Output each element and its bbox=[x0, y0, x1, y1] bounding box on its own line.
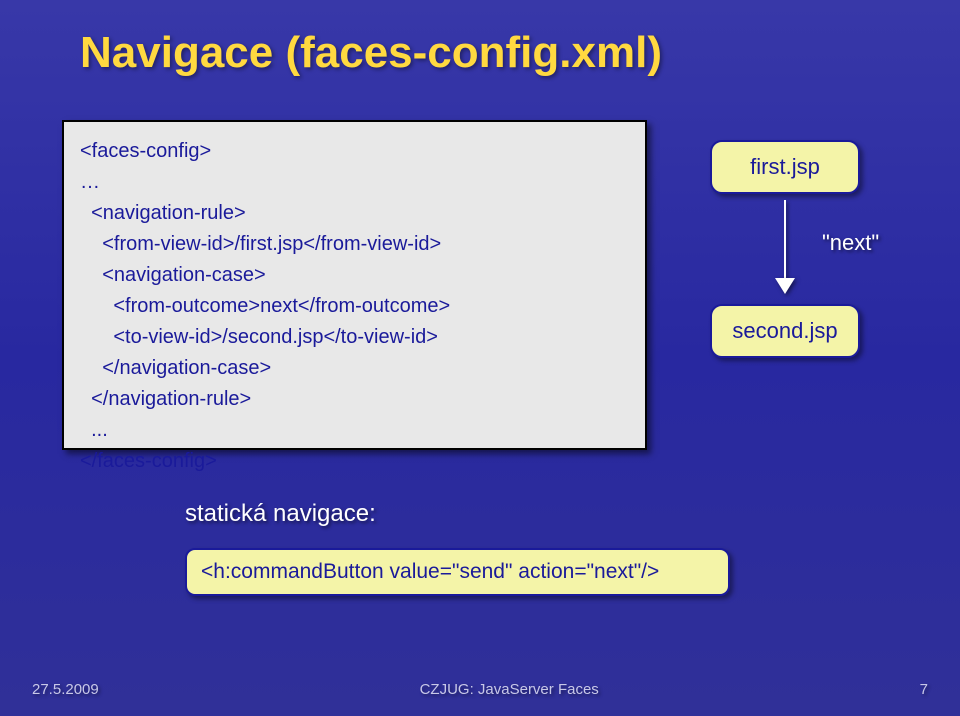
flow-node-first: first.jsp bbox=[710, 140, 860, 194]
flow-diagram: first.jsp "next" second.jsp bbox=[700, 140, 900, 358]
flow-arrow: "next" bbox=[710, 194, 900, 304]
footer: 27.5.2009 CZJUG: JavaServer Faces 7 bbox=[0, 681, 960, 698]
flow-edge-label: "next" bbox=[822, 230, 879, 256]
footer-date: 27.5.2009 bbox=[32, 681, 99, 698]
footer-center: CZJUG: JavaServer Faces bbox=[420, 681, 599, 698]
flow-node-second: second.jsp bbox=[710, 304, 860, 358]
page-title: Navigace (faces-config.xml) bbox=[0, 0, 960, 78]
footer-page: 7 bbox=[920, 681, 928, 698]
arrow-line bbox=[784, 200, 786, 282]
command-button-box: <h:commandButton value="send" action="ne… bbox=[185, 548, 730, 596]
arrow-head-icon bbox=[775, 278, 795, 294]
static-nav-label: statická navigace: bbox=[185, 500, 376, 528]
code-box: <faces-config> … <navigation-rule> <from… bbox=[62, 120, 647, 450]
